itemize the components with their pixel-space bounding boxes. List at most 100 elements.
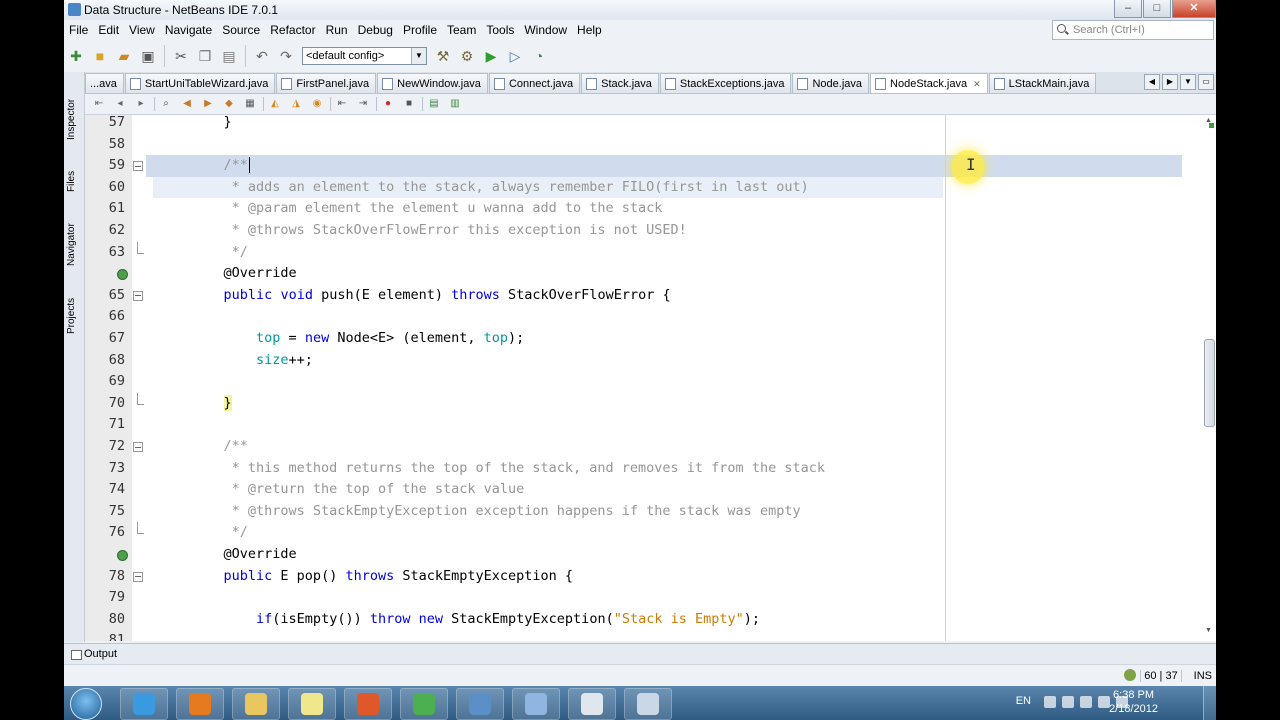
previous-bookmark-icon[interactable]: ◭ [267, 97, 283, 111]
code-text[interactable]: * @throws StackEmptyException exception … [191, 501, 801, 523]
editor-scrollbar[interactable]: ▲ ▼ [1202, 115, 1216, 641]
code-text[interactable]: /** [191, 155, 250, 177]
shift-left-icon[interactable]: ⇤ [334, 97, 350, 111]
tab-stackexceptions[interactable]: StackExceptions.java [659, 73, 792, 93]
override-annotation-icon[interactable] [117, 269, 128, 281]
fold-collapse-icon[interactable] [133, 161, 143, 172]
override-annotation-icon[interactable] [117, 550, 128, 561]
code-line[interactable]: 58 [85, 134, 1185, 156]
taskbar-netbeans-button[interactable] [456, 688, 504, 720]
code-text[interactable]: if(isEmpty()) throw new StackEmptyExcept… [191, 609, 760, 631]
tab-lstackmain[interactable]: LStackMain.java [988, 73, 1097, 93]
forward-icon[interactable]: ▸ [133, 97, 149, 111]
code-editor[interactable]: 57 } 58 59 /** 60 * adds an element to the … [85, 115, 1216, 641]
taskbar-internet-explorer-button[interactable] [120, 688, 168, 720]
action-center-icon[interactable] [1062, 696, 1074, 708]
navigator-tab[interactable]: Navigator [66, 204, 82, 266]
code-line[interactable]: 71 [85, 414, 1185, 436]
code-text[interactable]: } [191, 393, 232, 415]
code-line[interactable]: 80 if(isEmpty()) throw new StackEmptyExc… [85, 609, 1185, 631]
taskbar-paint-button[interactable] [624, 688, 672, 720]
code-line[interactable]: 70 } [85, 392, 1185, 415]
inspector-tab[interactable]: Inspector [66, 80, 82, 140]
code-line[interactable]: 68 size++; [85, 350, 1185, 372]
run-icon[interactable]: ▶ [481, 46, 501, 66]
debug-icon[interactable]: ▷ [505, 46, 525, 66]
code-line[interactable]: 66 [85, 306, 1185, 328]
close-tab-icon[interactable]: ✕ [973, 79, 981, 90]
code-line[interactable]: 57 } [85, 115, 1185, 134]
code-line[interactable]: 76 */ [85, 522, 1185, 544]
taskbar-virtualbox-button[interactable] [512, 688, 560, 720]
code-line[interactable]: 65 public void push(E element) throws St… [85, 285, 1185, 307]
tab-list-icon[interactable]: ▼ [1180, 74, 1196, 90]
cut-icon[interactable]: ✂ [171, 46, 191, 66]
close-button[interactable]: ✕ [1172, 0, 1216, 18]
scrollbar-thumb[interactable] [1204, 339, 1215, 427]
find-icon[interactable]: ⌕ [158, 97, 174, 111]
menu-window[interactable]: Window [519, 23, 572, 37]
fold-collapse-icon[interactable] [133, 290, 143, 301]
maximize-button[interactable]: □ [1143, 0, 1171, 18]
menu-debug[interactable]: Debug [353, 23, 398, 37]
code-text[interactable]: public void push(E element) throws Stack… [191, 285, 671, 307]
tab-node[interactable]: Node.java [792, 73, 870, 93]
tab-nodestack[interactable]: NodeStack.java ✕ [870, 73, 988, 93]
network-icon[interactable] [1080, 696, 1092, 708]
new-file-icon[interactable]: ✚ [66, 46, 86, 66]
toggle-rectangular-icon[interactable]: ▦ [242, 97, 258, 111]
menu-profile[interactable]: Profile [398, 23, 442, 37]
taskbar-window-app-button[interactable] [568, 688, 616, 720]
stop-macro-icon[interactable]: ■ [401, 97, 417, 111]
fold-collapse-icon[interactable] [133, 442, 143, 452]
code-line[interactable]: 59 /** [85, 155, 1185, 177]
menu-source[interactable]: Source [217, 23, 265, 37]
find-previous-icon[interactable]: ◀ [179, 97, 195, 111]
tab-firstpanel[interactable]: FirstPanel.java [276, 73, 377, 93]
open-project-icon[interactable]: ▰ [114, 46, 134, 66]
toggle-highlight-icon[interactable]: ◆ [221, 97, 237, 111]
code-text[interactable]: * @return the top of the stack value [191, 479, 525, 501]
code-text[interactable]: @Override [191, 544, 297, 566]
build-icon[interactable]: ⚒ [433, 46, 453, 66]
toggle-bookmark-icon[interactable]: ◉ [309, 97, 325, 111]
code-line[interactable]: 78 public E pop() throws StackEmptyExcep… [85, 566, 1185, 588]
code-line[interactable]: 69 [85, 371, 1185, 393]
code-line[interactable]: 81 [85, 630, 1185, 641]
code-line[interactable]: 72 /** [85, 436, 1185, 458]
taskbar-chrome-button[interactable] [400, 688, 448, 720]
menu-team[interactable]: Team [442, 23, 481, 37]
scroll-down-icon[interactable]: ▼ [1205, 627, 1212, 634]
minimize-button[interactable]: – [1114, 0, 1142, 18]
code-text[interactable]: */ [191, 522, 248, 544]
code-text[interactable]: public E pop() throws StackEmptyExceptio… [191, 566, 574, 588]
projects-tab[interactable]: Projects [66, 278, 82, 334]
tab-newwindow[interactable]: NewWindow.java [377, 73, 488, 93]
code-text[interactable]: } [191, 115, 232, 134]
code-text[interactable]: * @throws StackOverFlowError this except… [191, 220, 687, 242]
clock[interactable]: 6:38 PM 2/18/2012 [1109, 688, 1158, 716]
uncomment-icon[interactable]: ▥ [447, 97, 463, 111]
code-line[interactable]: @Override [85, 263, 1185, 285]
next-bookmark-icon[interactable]: ◮ [288, 97, 304, 111]
menu-view[interactable]: View [124, 23, 160, 37]
save-all-icon[interactable]: ▣ [138, 46, 158, 66]
scroll-tabs-left-icon[interactable]: ◀ [1144, 74, 1160, 90]
show-desktop-button[interactable] [1203, 686, 1216, 720]
code-text[interactable]: size++; [191, 350, 313, 372]
taskbar-file-explorer-button[interactable] [232, 688, 280, 720]
new-project-icon[interactable]: ■ [90, 46, 110, 66]
output-panel-tab[interactable]: Output [64, 643, 1216, 664]
code-line[interactable]: 61 * @param element the element u wanna … [85, 198, 1185, 220]
search-box[interactable]: Search (Ctrl+I) [1052, 20, 1214, 40]
copy-icon[interactable]: ❐ [195, 46, 215, 66]
comment-icon[interactable]: ▤ [426, 97, 442, 111]
tray-arrow-icon[interactable] [1044, 696, 1056, 708]
files-tab[interactable]: Files [66, 152, 82, 192]
code-line[interactable]: 75 * @throws StackEmptyException excepti… [85, 501, 1185, 523]
tab-ava[interactable]: ...ava [85, 73, 124, 93]
paste-icon[interactable]: ▤ [219, 46, 239, 66]
back-icon[interactable]: ◂ [112, 97, 128, 111]
clean-build-icon[interactable]: ⚙ [457, 46, 477, 66]
menu-refactor[interactable]: Refactor [265, 23, 320, 37]
